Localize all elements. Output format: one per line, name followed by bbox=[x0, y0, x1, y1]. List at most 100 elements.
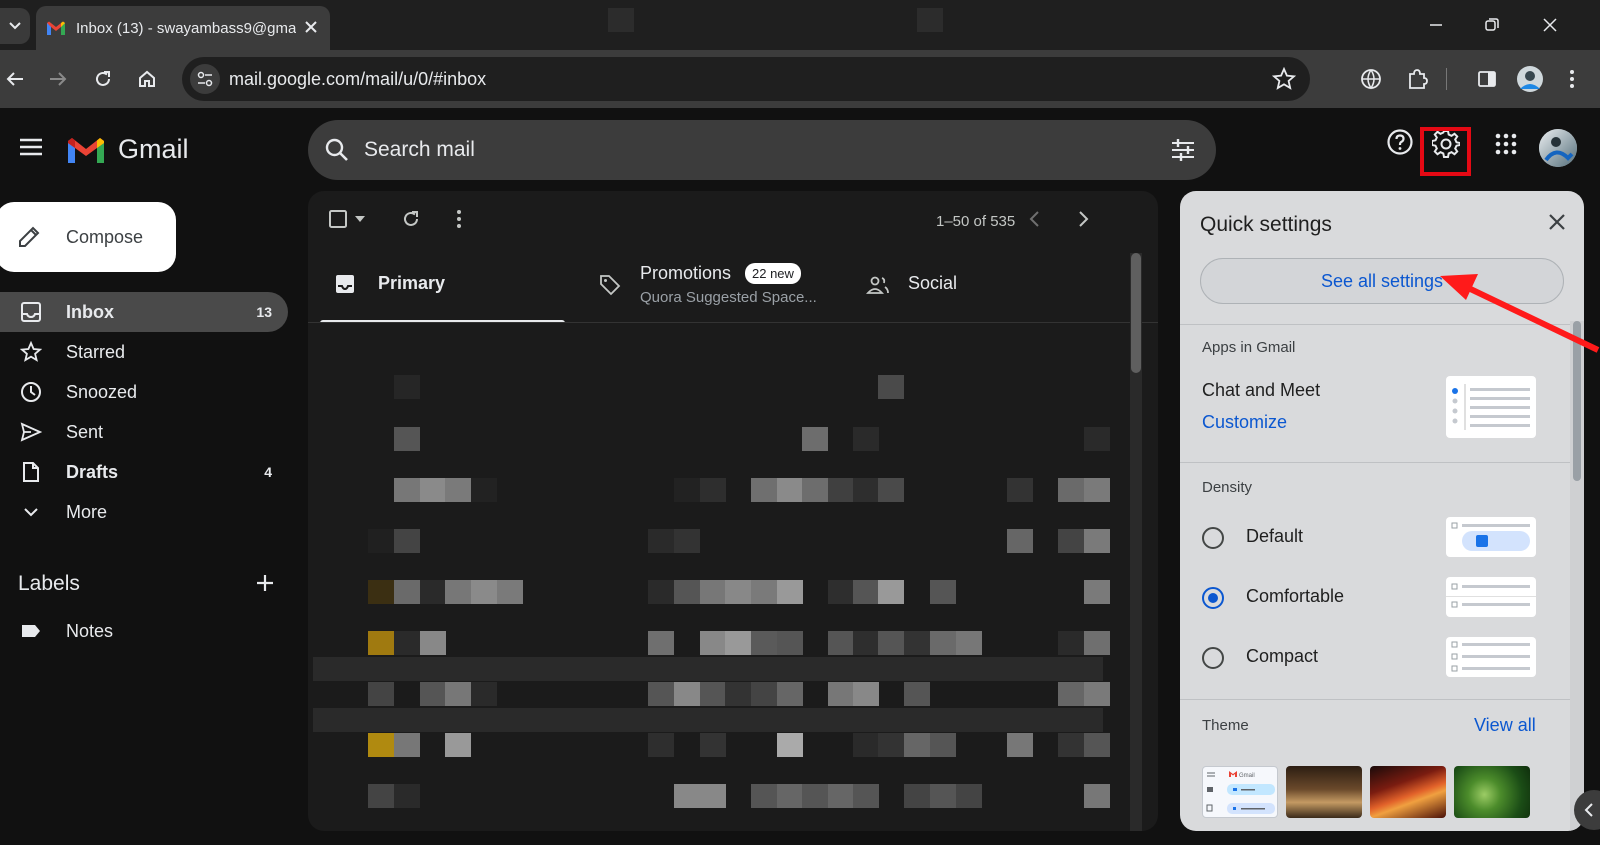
forward-button[interactable] bbox=[43, 64, 73, 94]
blurred-message-pixel bbox=[700, 631, 726, 655]
help-button[interactable] bbox=[1386, 128, 1414, 156]
blurred-message-pixel bbox=[368, 682, 394, 706]
tab-title: Inbox (13) - swayambass9@gmail.com bbox=[76, 19, 296, 37]
site-info-button[interactable] bbox=[190, 64, 220, 94]
chevron-right-icon[interactable] bbox=[1076, 210, 1090, 228]
theme-leaf-thumbnail[interactable] bbox=[1454, 766, 1530, 818]
sidebar-item-drafts[interactable]: Drafts 4 bbox=[0, 452, 288, 492]
theme-section-title: Theme bbox=[1202, 717, 1249, 734]
density-option-label[interactable]: Default bbox=[1246, 526, 1303, 547]
home-button[interactable] bbox=[132, 64, 162, 94]
close-window-button[interactable] bbox=[1530, 10, 1570, 40]
google-apps-button[interactable] bbox=[1494, 132, 1518, 156]
side-panel-button[interactable] bbox=[1472, 64, 1502, 94]
chevron-left-icon[interactable] bbox=[1028, 210, 1042, 228]
gmail-logo[interactable]: Gmail bbox=[66, 134, 189, 165]
minimize-button[interactable] bbox=[1416, 10, 1456, 40]
blurred-message-pixel bbox=[777, 580, 803, 604]
theme-canyon-thumbnail[interactable] bbox=[1370, 766, 1446, 818]
url-text: mail.google.com/mail/u/0/#inbox bbox=[229, 69, 487, 89]
mail-scrollbar[interactable] bbox=[1130, 253, 1142, 831]
tab-social[interactable]: Social bbox=[856, 253, 1096, 323]
browser-menu-button[interactable] bbox=[1557, 64, 1587, 94]
scrollbar-thumb[interactable] bbox=[1131, 253, 1141, 373]
tab-close-icon[interactable] bbox=[302, 18, 320, 36]
select-all-checkbox[interactable] bbox=[328, 209, 348, 229]
density-default-radio[interactable] bbox=[1202, 527, 1224, 549]
reload-icon bbox=[96, 71, 110, 86]
blurred-message-pixel bbox=[497, 580, 523, 604]
restore-icon bbox=[1485, 18, 1499, 31]
profile-button[interactable] bbox=[1515, 64, 1545, 94]
theme-chess-thumbnail[interactable] bbox=[1286, 766, 1362, 818]
blurred-message-pixel bbox=[1058, 682, 1084, 706]
blurred-message-pixel bbox=[777, 478, 803, 502]
minimize-icon bbox=[1430, 24, 1442, 26]
arrow-right-icon bbox=[50, 72, 67, 86]
blurred-message-pixel bbox=[777, 733, 803, 757]
address-bar[interactable]: mail.google.com/mail/u/0/#inbox bbox=[182, 57, 1310, 101]
view-all-themes-link[interactable]: View all bbox=[1474, 715, 1536, 736]
density-compact-radio[interactable] bbox=[1202, 647, 1224, 669]
create-label-button[interactable] bbox=[254, 572, 276, 594]
reload-button[interactable] bbox=[88, 64, 118, 94]
tab-promotions[interactable]: Promotions 22 new Quora Suggested Space.… bbox=[588, 253, 828, 323]
browser-tab-inbox[interactable]: Inbox (13) - swayambass9@gmail.com bbox=[36, 6, 330, 50]
blurred-message-pixel bbox=[420, 682, 446, 706]
blurred-message-pixel bbox=[1058, 478, 1084, 502]
chevron-left-icon bbox=[1584, 803, 1593, 817]
search-icon[interactable] bbox=[324, 137, 350, 163]
density-option-label[interactable]: Compact bbox=[1246, 646, 1318, 667]
blurred-message-pixel bbox=[648, 631, 674, 655]
blurred-message-pixel bbox=[1007, 529, 1033, 553]
sidebar-item-starred[interactable]: Starred bbox=[0, 332, 288, 372]
search-bar[interactable]: Search mail bbox=[308, 120, 1216, 180]
gmail-favicon-icon bbox=[47, 21, 65, 35]
customize-link[interactable]: Customize bbox=[1202, 412, 1287, 433]
account-avatar-button[interactable] bbox=[1538, 128, 1578, 168]
bookmark-star-icon[interactable] bbox=[1272, 67, 1296, 91]
blurred-message-pixel bbox=[471, 580, 497, 604]
quick-settings-scrollbar[interactable] bbox=[1570, 321, 1584, 831]
blurred-message-pixel bbox=[420, 478, 446, 502]
avatar bbox=[1517, 66, 1543, 92]
translate-button[interactable] bbox=[1356, 64, 1386, 94]
tab-label: Promotions bbox=[640, 263, 732, 283]
main-menu-button[interactable] bbox=[14, 130, 48, 164]
tab-search-button[interactable] bbox=[0, 8, 30, 44]
compose-button[interactable]: Compose bbox=[0, 202, 176, 272]
sidebar-item-snoozed[interactable]: Snoozed bbox=[0, 372, 288, 412]
sidebar-item-more[interactable]: More bbox=[0, 492, 288, 532]
blurred-message-pixel bbox=[368, 733, 394, 757]
sidebar-label-notes[interactable]: Notes bbox=[0, 611, 288, 651]
more-vert-icon[interactable] bbox=[456, 209, 462, 229]
theme-default-thumbnail[interactable]: Gmail bbox=[1202, 766, 1278, 818]
search-input[interactable]: Search mail bbox=[364, 138, 475, 162]
restore-button[interactable] bbox=[1472, 10, 1512, 40]
tune-icon bbox=[197, 71, 213, 87]
blurred-message-pixel bbox=[674, 580, 700, 604]
blurred-message-pixel bbox=[471, 682, 497, 706]
blurred-message-pixel bbox=[445, 580, 471, 604]
search-options-icon[interactable] bbox=[1170, 137, 1196, 163]
blurred-message-pixel bbox=[394, 631, 420, 655]
blurred-message-pixel bbox=[394, 580, 420, 604]
annotation-arrow bbox=[1440, 274, 1600, 353]
tab-primary[interactable]: Primary bbox=[320, 253, 565, 323]
sidebar-item-inbox[interactable]: Inbox 13 bbox=[0, 292, 288, 332]
settings-highlight-box bbox=[1420, 127, 1471, 176]
caret-down-icon[interactable] bbox=[354, 215, 366, 223]
density-comfortable-radio[interactable] bbox=[1202, 587, 1224, 609]
extensions-button[interactable] bbox=[1402, 64, 1432, 94]
blurred-message-pixel bbox=[751, 784, 777, 808]
refresh-icon[interactable] bbox=[400, 208, 422, 230]
close-quick-settings-button[interactable] bbox=[1548, 213, 1566, 231]
back-button[interactable] bbox=[0, 64, 30, 94]
blurred-message-pixel bbox=[956, 784, 982, 808]
sidebar-item-sent[interactable]: Sent bbox=[0, 412, 288, 452]
blurred-message-pixel bbox=[777, 631, 803, 655]
density-option-label[interactable]: Comfortable bbox=[1246, 586, 1344, 607]
blurred-message-pixel bbox=[751, 682, 777, 706]
blurred-message-pixel bbox=[853, 580, 879, 604]
blurred-message-pixel bbox=[1058, 733, 1084, 757]
